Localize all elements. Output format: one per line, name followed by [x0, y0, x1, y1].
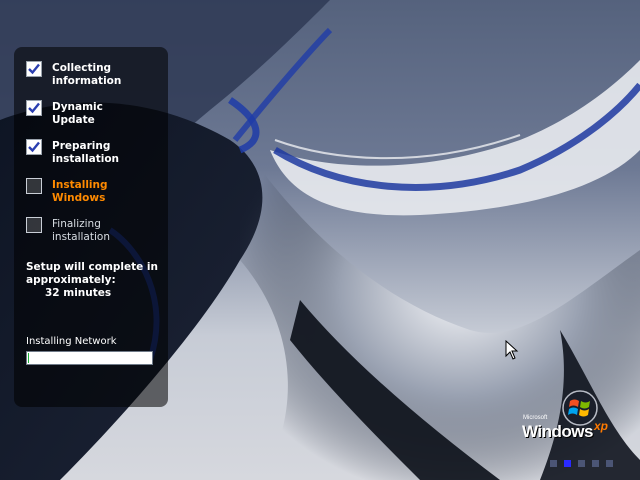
- checkmark-icon: [28, 63, 40, 75]
- mouse-pointer-icon: [505, 340, 519, 360]
- step-installing-windows: Installing Windows: [26, 178, 166, 210]
- step-checkbox: [26, 217, 42, 233]
- step-label: Collecting information: [52, 62, 122, 87]
- checkmark-icon: [28, 141, 40, 153]
- step-label: Dynamic Update: [52, 101, 103, 126]
- step-preparing-installation: Preparing installation: [26, 139, 166, 171]
- page-indicator-dot: [564, 460, 571, 467]
- windows-flag-icon: [562, 390, 598, 426]
- step-label: Preparing installation: [52, 140, 120, 165]
- logo-microsoft-text: Microsoft: [523, 415, 548, 421]
- step-checkbox: [26, 139, 42, 155]
- progress-label: Installing Network: [26, 336, 117, 347]
- eta-line-1: Setup will complete in: [26, 261, 158, 273]
- step-collecting-information: Collecting information: [26, 61, 166, 93]
- step-dynamic-update: Dynamic Update: [26, 100, 166, 132]
- setup-progress-panel: Collecting information Dynamic Update Pr…: [14, 47, 168, 407]
- page-indicator-dot: [550, 460, 557, 467]
- page-indicator-dot: [606, 460, 613, 467]
- eta-minutes: 32 minutes: [45, 287, 112, 299]
- checkmark-icon: [28, 102, 40, 114]
- logo-xp-text: xp: [594, 419, 609, 433]
- step-checkbox: [26, 100, 42, 116]
- step-checkbox: [26, 61, 42, 77]
- step-label-active: Installing Windows: [52, 179, 108, 204]
- step-finalizing-installation: Finalizing installation: [26, 217, 166, 249]
- logo-windows-text: Windows: [522, 422, 593, 441]
- progress-fill: [28, 353, 29, 363]
- step-checkbox: [26, 178, 42, 194]
- page-indicator-dot: [578, 460, 585, 467]
- windows-xp-logo: Microsoft Windows xp: [520, 388, 616, 444]
- progress-bar: [26, 351, 153, 365]
- page-indicator-dot: [592, 460, 599, 467]
- step-label: Finalizing installation: [52, 218, 110, 243]
- eta-line-2: approximately:: [26, 274, 116, 286]
- time-remaining: Setup will complete in approximately: 32…: [26, 261, 166, 300]
